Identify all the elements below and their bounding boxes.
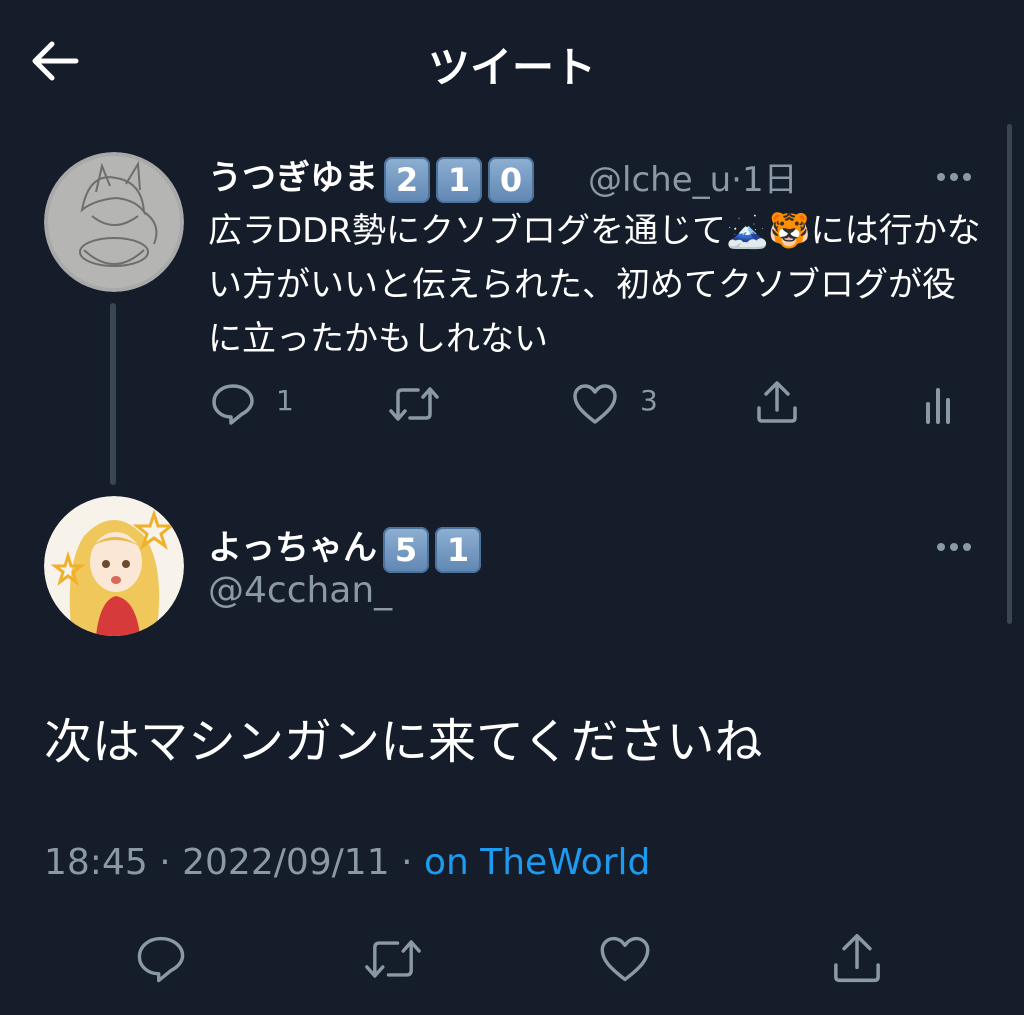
like-icon[interactable]: [572, 382, 618, 426]
tweet-text: 次はマシンガンに来てくださいね: [44, 714, 763, 770]
avatar[interactable]: [44, 496, 184, 636]
display-name: よっちゃん: [208, 528, 377, 568]
handle[interactable]: @4cchan_: [208, 570, 392, 611]
thread-line: [110, 303, 116, 485]
page-title: ツイート: [427, 43, 596, 92]
keycap-badge: 1: [434, 526, 481, 573]
timestamp: 1日: [741, 160, 798, 200]
keycap-badge: 2: [384, 156, 430, 203]
scrollbar[interactable]: [1007, 124, 1012, 624]
more-options-icon[interactable]: [937, 536, 981, 552]
more-options-icon[interactable]: [937, 166, 981, 182]
separator: ·: [159, 842, 171, 883]
reply-icon[interactable]: [210, 382, 256, 426]
keycap-badge: 0: [488, 156, 534, 203]
analytics-icon[interactable]: [924, 382, 956, 426]
avatar[interactable]: [44, 152, 184, 292]
share-icon[interactable]: [830, 932, 884, 984]
client-link[interactable]: on TheWorld: [424, 842, 650, 883]
author-name[interactable]: うつぎゆま 2 1 0: [208, 150, 534, 203]
keycap-badge: 1: [436, 156, 482, 203]
handle[interactable]: @lche_u: [588, 160, 731, 200]
keycap-badge: 5: [382, 526, 429, 573]
display-name: うつぎゆま: [208, 158, 378, 198]
separator: ·: [731, 160, 742, 200]
tweet-date: 2022/09/11: [182, 842, 390, 883]
separator: ·: [401, 842, 413, 883]
retweet-icon[interactable]: [362, 934, 424, 984]
reply-icon[interactable]: [134, 934, 188, 984]
share-icon[interactable]: [754, 380, 800, 424]
handle-and-time: @lche_u·1日: [588, 152, 798, 201]
like-count: 3: [640, 384, 658, 417]
tweet-time: 18:45: [44, 842, 148, 883]
like-icon[interactable]: [598, 934, 652, 984]
tweet-text: 広ラDDR勢にクソブログを通じて🗻🐯には行かない方がいいと伝えられた、初めてクソ…: [208, 211, 981, 359]
author-name[interactable]: よっちゃん 5 1: [208, 520, 481, 573]
tweet-meta: 18:45 · 2022/09/11 · on TheWorld: [44, 842, 650, 883]
retweet-icon[interactable]: [388, 382, 440, 426]
reply-count: 1: [276, 384, 294, 417]
